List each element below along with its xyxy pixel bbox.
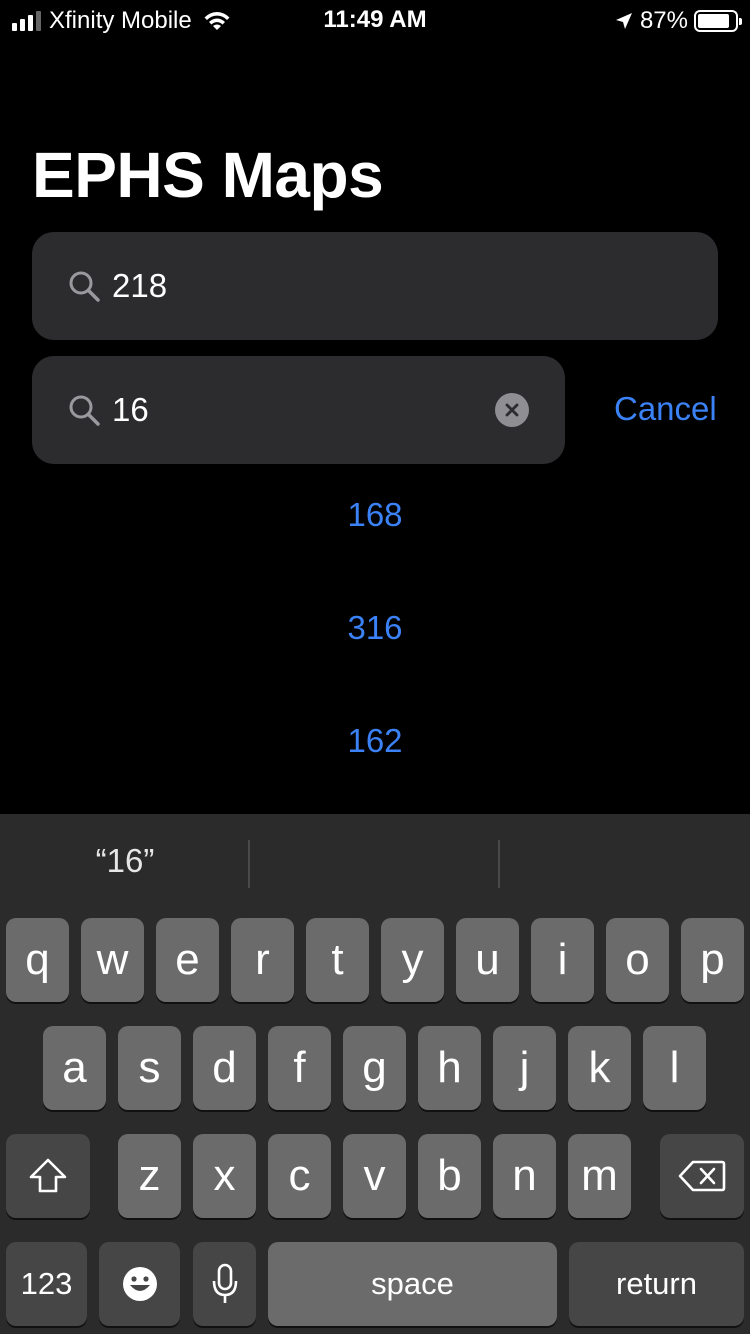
battery-icon: [694, 10, 742, 32]
destination-search-input[interactable]: [112, 391, 472, 429]
key-n[interactable]: n: [493, 1134, 556, 1218]
key-b[interactable]: b: [418, 1134, 481, 1218]
keyboard: “16” q w e r t y u i o p a s d f g h j k…: [0, 814, 750, 1334]
key-a[interactable]: a: [43, 1026, 106, 1110]
return-key[interactable]: return: [569, 1242, 744, 1326]
key-h[interactable]: h: [418, 1026, 481, 1110]
key-z[interactable]: z: [118, 1134, 181, 1218]
origin-search-input[interactable]: [112, 267, 472, 305]
key-t[interactable]: t: [306, 918, 369, 1002]
key-k[interactable]: k: [568, 1026, 631, 1110]
clear-button[interactable]: [495, 393, 529, 427]
status-bar: Xfinity Mobile 11:49 AM 87%: [0, 0, 750, 40]
key-l[interactable]: l: [643, 1026, 706, 1110]
key-x[interactable]: x: [193, 1134, 256, 1218]
clear-icon: [505, 403, 519, 417]
key-j[interactable]: j: [493, 1026, 556, 1110]
emoji-icon: [122, 1267, 157, 1301]
location-arrow-icon: [615, 13, 632, 29]
cancel-button[interactable]: Cancel: [614, 390, 717, 428]
key-u[interactable]: u: [456, 918, 519, 1002]
numbers-key[interactable]: 123: [6, 1242, 87, 1326]
result-item[interactable]: 316: [0, 609, 750, 647]
key-o[interactable]: o: [606, 918, 669, 1002]
prediction-bar: “16”: [0, 814, 750, 914]
key-d[interactable]: d: [193, 1026, 256, 1110]
shift-icon: [29, 1158, 67, 1193]
page-title: EPHS Maps: [32, 139, 384, 211]
key-p[interactable]: p: [681, 918, 744, 1002]
key-q[interactable]: q: [6, 918, 69, 1002]
backspace-key[interactable]: [660, 1134, 744, 1218]
key-w[interactable]: w: [81, 918, 144, 1002]
origin-search-field[interactable]: [32, 232, 718, 340]
key-g[interactable]: g: [343, 1026, 406, 1110]
key-m[interactable]: m: [568, 1134, 631, 1218]
microphone-icon: [212, 1263, 237, 1303]
prediction-item[interactable]: “16”: [0, 842, 250, 880]
backspace-icon: [678, 1160, 726, 1192]
key-y[interactable]: y: [381, 918, 444, 1002]
key-i[interactable]: i: [531, 918, 594, 1002]
destination-search-field[interactable]: [32, 356, 565, 464]
shift-key[interactable]: [6, 1134, 90, 1218]
result-item[interactable]: 168: [0, 496, 750, 534]
prediction-divider: [248, 840, 250, 888]
key-r[interactable]: r: [231, 918, 294, 1002]
status-right: 87%: [614, 6, 742, 36]
prediction-divider: [498, 840, 500, 888]
search-icon: [69, 271, 100, 302]
key-c[interactable]: c: [268, 1134, 331, 1218]
search-icon: [69, 395, 100, 426]
space-key[interactable]: space: [268, 1242, 557, 1326]
key-f[interactable]: f: [268, 1026, 331, 1110]
battery-percent: 87%: [639, 7, 688, 34]
battery-fill: [698, 14, 730, 28]
key-e[interactable]: e: [156, 918, 219, 1002]
key-v[interactable]: v: [343, 1134, 406, 1218]
result-item[interactable]: 162: [0, 722, 750, 760]
microphone-key[interactable]: [193, 1242, 256, 1326]
key-s[interactable]: s: [118, 1026, 181, 1110]
emoji-key[interactable]: [99, 1242, 180, 1326]
